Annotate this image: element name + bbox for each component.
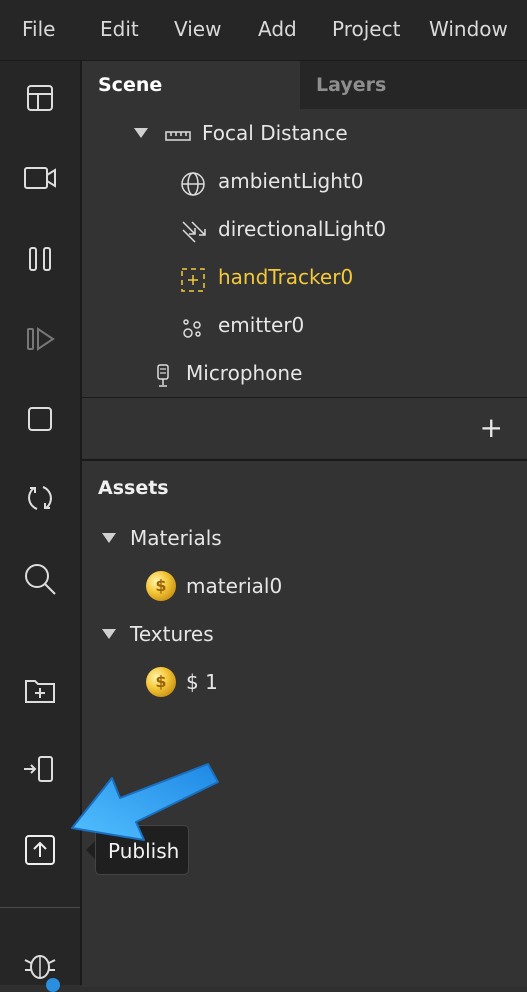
video-camera-icon[interactable] <box>20 158 60 198</box>
scene-tabs: Scene Layers <box>82 61 527 109</box>
asset-group-label: Materials <box>130 526 222 550</box>
panel-divider <box>82 397 527 398</box>
coin-icon: $ <box>146 667 176 697</box>
add-folder-icon[interactable] <box>20 669 60 709</box>
microphone-icon <box>152 361 180 387</box>
annotation-arrow-icon <box>71 763 219 841</box>
ruler-icon <box>164 121 192 145</box>
asset-item-label: material0 <box>186 574 283 598</box>
tree-item-label: Focal Distance <box>202 121 348 145</box>
caret-down-icon[interactable] <box>102 629 116 639</box>
pause-icon[interactable] <box>20 239 60 279</box>
search-icon[interactable] <box>20 559 60 599</box>
menu-window[interactable]: Window <box>429 17 508 41</box>
tree-item-label: ambientLight0 <box>218 169 364 193</box>
menu-edit[interactable]: Edit <box>100 17 139 41</box>
tab-layers[interactable]: Layers <box>300 61 527 109</box>
tree-item-label: Microphone <box>186 361 303 385</box>
scene-panel: Scene Layers Focal Distance ambientLight… <box>82 61 527 458</box>
stop-icon[interactable] <box>20 399 60 439</box>
layout-icon[interactable] <box>20 78 60 118</box>
menu-file[interactable]: File <box>22 17 55 41</box>
emitter-icon <box>180 313 208 338</box>
tree-item-label: handTracker0 <box>218 265 354 289</box>
menu-view[interactable]: View <box>174 17 221 41</box>
asset-item-label: $ 1 <box>186 670 218 694</box>
globe-icon <box>180 169 208 196</box>
menu-add[interactable]: Add <box>258 17 297 41</box>
assets-panel: Assets Materials $ material0 Textures $ … <box>82 459 527 987</box>
tab-scene[interactable]: Scene <box>82 61 300 109</box>
tree-item-label: directionalLight0 <box>218 217 387 241</box>
menu-project[interactable]: Project <box>332 17 400 41</box>
notification-badge <box>46 978 60 992</box>
tree-item-label: emitter0 <box>218 313 305 337</box>
assets-title: Assets <box>98 477 169 499</box>
send-to-device-icon[interactable] <box>20 749 60 789</box>
coin-icon: $ <box>146 571 176 601</box>
publish-icon[interactable] <box>20 831 60 871</box>
refresh-icon[interactable] <box>20 478 60 518</box>
hand-tracker-icon <box>180 265 208 292</box>
menu-bar: File Edit View Add Project Window <box>0 0 527 61</box>
step-forward-icon[interactable] <box>20 319 60 359</box>
toolbar-divider <box>0 907 80 908</box>
caret-down-icon[interactable] <box>102 533 116 543</box>
caret-down-icon[interactable] <box>134 128 148 138</box>
directional-light-icon <box>180 217 208 243</box>
add-object-button[interactable]: + <box>480 411 503 444</box>
asset-group-label: Textures <box>130 622 214 646</box>
